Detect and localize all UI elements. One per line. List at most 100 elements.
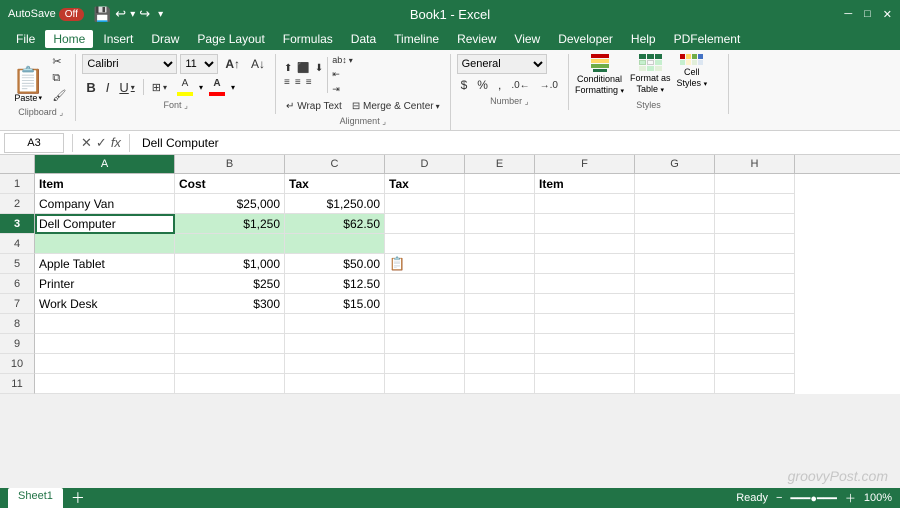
list-item[interactable] xyxy=(35,374,175,394)
close-icon[interactable]: ✕ xyxy=(883,8,892,21)
list-item[interactable] xyxy=(635,314,715,334)
list-item[interactable] xyxy=(715,174,795,194)
number-format-select[interactable]: General xyxy=(457,54,547,74)
list-item[interactable] xyxy=(535,314,635,334)
format-table-button[interactable]: Format asTable ▾ xyxy=(630,54,671,95)
menu-timeline[interactable]: Timeline xyxy=(386,30,447,48)
font-color-dropdown[interactable]: ▾ xyxy=(231,83,235,92)
menu-page-layout[interactable]: Page Layout xyxy=(189,30,272,48)
redo-icon[interactable]: ↪ xyxy=(139,6,150,22)
comma-button[interactable]: , xyxy=(494,76,505,94)
list-item[interactable]: $1,250.00 xyxy=(285,194,385,214)
row-number-6[interactable]: 6 xyxy=(0,274,35,294)
paste-button[interactable]: 📋 Paste ▾ xyxy=(12,67,44,103)
list-item[interactable] xyxy=(465,254,535,274)
formula-input[interactable] xyxy=(138,136,896,150)
list-item[interactable] xyxy=(635,174,715,194)
list-item[interactable] xyxy=(35,314,175,334)
cell-styles-button[interactable]: CellStyles ▾ xyxy=(677,54,708,89)
list-item[interactable] xyxy=(635,194,715,214)
fill-color-button[interactable]: A xyxy=(173,76,197,98)
list-item[interactable] xyxy=(635,294,715,314)
undo-icon[interactable]: ↩ xyxy=(115,6,126,22)
list-item[interactable] xyxy=(635,254,715,274)
col-header-e[interactable]: E xyxy=(465,155,535,173)
row-number-1[interactable]: 1 xyxy=(0,174,35,194)
list-item[interactable]: $25,000 xyxy=(175,194,285,214)
list-item[interactable] xyxy=(635,234,715,254)
list-item[interactable] xyxy=(285,374,385,394)
list-item[interactable] xyxy=(465,294,535,314)
row-number-8[interactable]: 8 xyxy=(0,314,35,334)
list-item[interactable]: $15.00 xyxy=(285,294,385,314)
list-item[interactable]: Dell Computer xyxy=(35,214,175,234)
list-item[interactable] xyxy=(285,354,385,374)
list-item[interactable] xyxy=(535,234,635,254)
list-item[interactable] xyxy=(465,334,535,354)
orientation-button[interactable]: ab↕ ▾ xyxy=(330,54,355,66)
sheet-tab[interactable]: Sheet1 xyxy=(8,488,63,508)
menu-file[interactable]: File xyxy=(8,30,43,48)
list-item[interactable] xyxy=(175,374,285,394)
list-item[interactable] xyxy=(715,374,795,394)
align-left-button[interactable]: ≡ xyxy=(282,76,292,89)
list-item[interactable] xyxy=(175,234,285,254)
row-number-2[interactable]: 2 xyxy=(0,194,35,214)
list-item[interactable] xyxy=(535,254,635,274)
list-item[interactable] xyxy=(385,374,465,394)
list-item[interactable]: Apple Tablet xyxy=(35,254,175,274)
list-item[interactable] xyxy=(715,214,795,234)
list-item[interactable] xyxy=(465,174,535,194)
list-item[interactable] xyxy=(635,274,715,294)
list-item[interactable] xyxy=(535,294,635,314)
row-number-9[interactable]: 9 xyxy=(0,334,35,354)
fill-color-dropdown[interactable]: ▾ xyxy=(199,83,203,92)
list-item[interactable]: Item xyxy=(535,174,635,194)
list-item[interactable] xyxy=(715,354,795,374)
menu-pdfelement[interactable]: PDFelement xyxy=(666,30,749,48)
col-header-a[interactable]: A xyxy=(35,155,175,173)
zoom-out-button[interactable]: − xyxy=(776,492,782,504)
list-item[interactable] xyxy=(385,354,465,374)
menu-formulas[interactable]: Formulas xyxy=(275,30,341,48)
list-item[interactable] xyxy=(635,354,715,374)
align-center-button[interactable]: ≡ xyxy=(293,76,303,89)
col-header-c[interactable]: C xyxy=(285,155,385,173)
cancel-icon[interactable]: ✕ xyxy=(81,135,92,151)
list-item[interactable] xyxy=(35,334,175,354)
decrease-decimal-button[interactable]: .0← xyxy=(507,78,533,93)
row-number-10[interactable]: 10 xyxy=(0,354,35,374)
list-item[interactable] xyxy=(465,274,535,294)
align-right-button[interactable]: ≡ xyxy=(304,76,314,89)
wrap-text-button[interactable]: ↵ Wrap Text xyxy=(282,99,346,114)
list-item[interactable]: Item xyxy=(35,174,175,194)
list-item[interactable] xyxy=(385,194,465,214)
underline-button[interactable]: U ▾ xyxy=(115,78,138,97)
list-item[interactable] xyxy=(635,374,715,394)
row-number-11[interactable]: 11 xyxy=(0,374,35,394)
align-top-button[interactable]: ⬆ xyxy=(282,62,294,75)
list-item[interactable]: $250 xyxy=(175,274,285,294)
list-item[interactable]: Company Van xyxy=(35,194,175,214)
font-size-select[interactable]: 11 xyxy=(180,54,218,74)
conditional-formatting-button[interactable]: ConditionalFormatting ▾ xyxy=(575,54,624,96)
row-number-4[interactable]: 4 xyxy=(0,234,35,254)
menu-view[interactable]: View xyxy=(506,30,548,48)
list-item[interactable]: $12.50 xyxy=(285,274,385,294)
list-item[interactable] xyxy=(465,234,535,254)
toolbar-more-icon[interactable]: ▾ xyxy=(158,9,163,20)
list-item[interactable] xyxy=(285,334,385,354)
percent-button[interactable]: % xyxy=(473,76,492,94)
list-item[interactable] xyxy=(385,334,465,354)
list-item[interactable]: Tax xyxy=(285,174,385,194)
merge-center-button[interactable]: ⊟ Merge & Center ▾ xyxy=(348,99,444,114)
decrease-font-button[interactable]: A↓ xyxy=(247,55,269,73)
list-item[interactable] xyxy=(175,334,285,354)
list-item[interactable]: 📋 xyxy=(385,254,465,274)
currency-button[interactable]: $ xyxy=(457,76,472,94)
copy-button[interactable]: ⧉ xyxy=(49,71,69,86)
list-item[interactable] xyxy=(715,234,795,254)
list-item[interactable]: $1,000 xyxy=(175,254,285,274)
menu-insert[interactable]: Insert xyxy=(95,30,141,48)
list-item[interactable] xyxy=(535,274,635,294)
